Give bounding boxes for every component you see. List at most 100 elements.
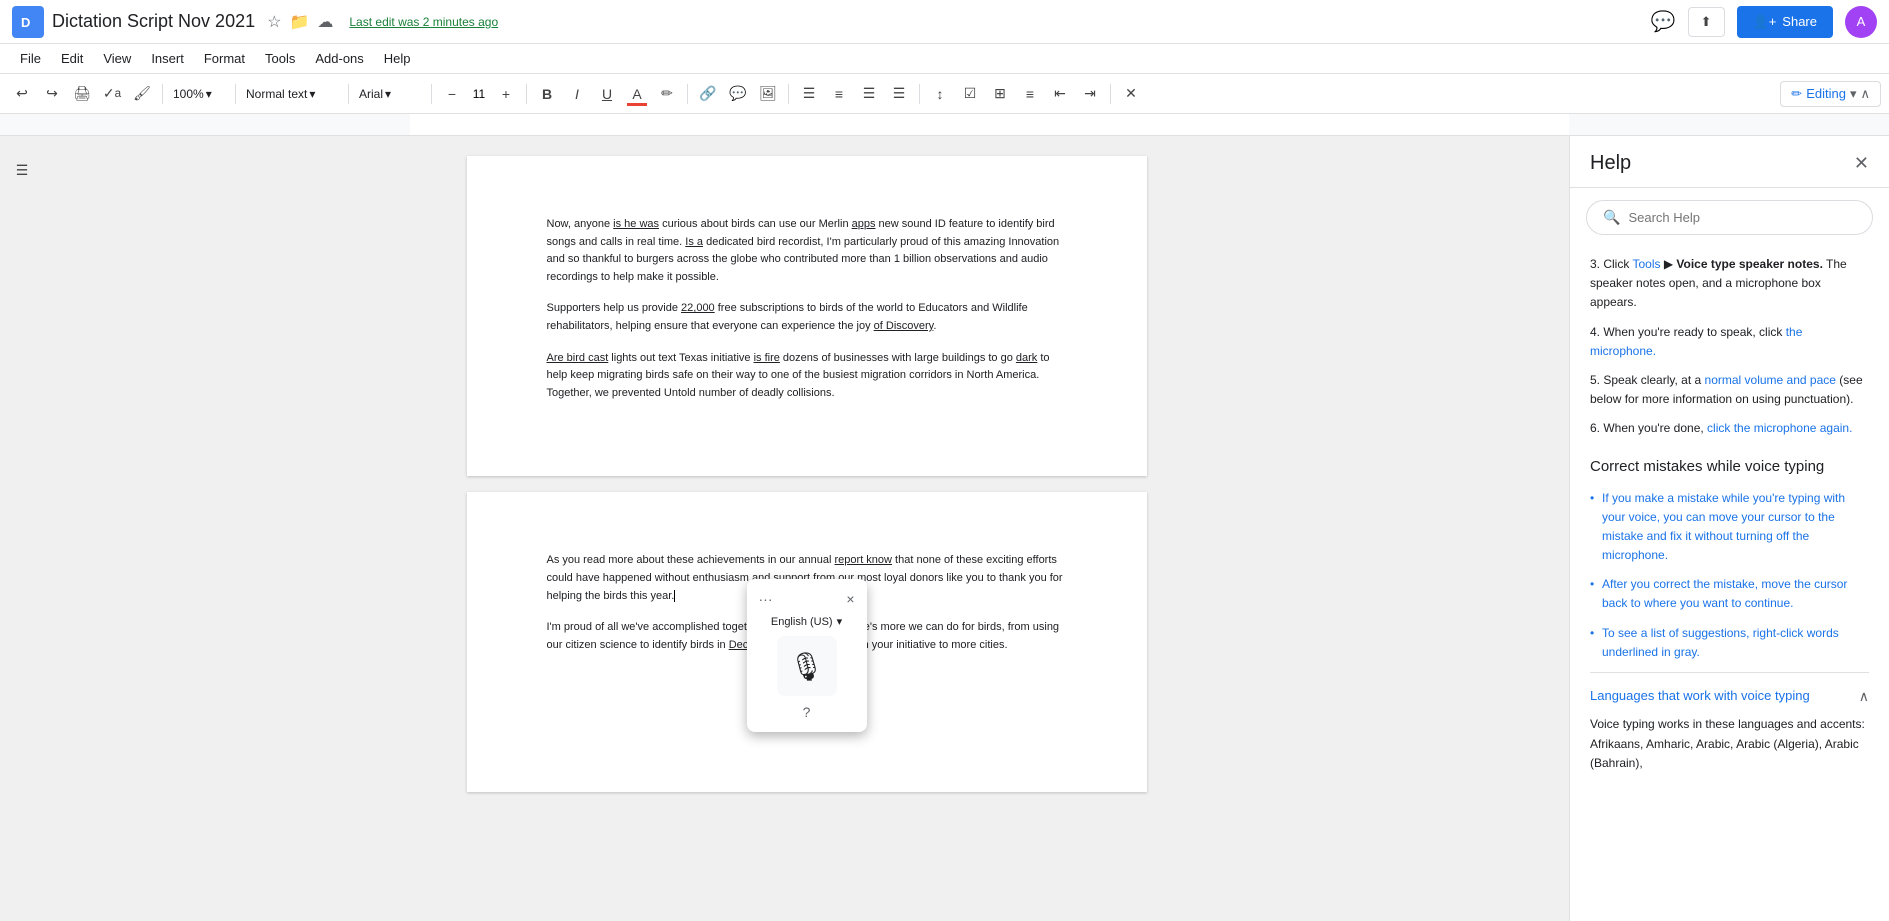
share-button[interactable]: 👤+ Share <box>1737 6 1833 38</box>
doc-title: Dictation Script Nov 2021 <box>52 11 255 32</box>
link-button[interactable]: 🔗 <box>694 80 722 108</box>
document-area[interactable]: Now, anyone is he was curious about bird… <box>44 136 1569 921</box>
editing-mode-button[interactable]: ✏ Editing ▾ ∧ <box>1780 81 1881 107</box>
font-size-decrease[interactable]: − <box>438 80 466 108</box>
language-dropdown-icon: ▾ <box>837 615 843 628</box>
highlight-button[interactable]: ✏ <box>653 80 681 108</box>
voice-popup-menu[interactable]: ··· <box>759 591 773 607</box>
language-selector[interactable]: English (US) ▾ <box>771 615 842 628</box>
checklist-button[interactable]: ☑ <box>956 80 984 108</box>
font-selector[interactable]: Arial ▾ <box>355 80 425 108</box>
help-step-5: 5. Speak clearly, at a normal volume and… <box>1590 371 1869 409</box>
numbered-list-button[interactable]: ≡ <box>1016 80 1044 108</box>
cloud-icon[interactable]: ☁ <box>317 12 333 32</box>
correct-mistakes-title: Correct mistakes while voice typing <box>1590 455 1869 479</box>
help-panel-header: Help ✕ <box>1570 136 1889 188</box>
menu-insert[interactable]: Insert <box>143 47 192 70</box>
align-center-button[interactable]: ≡ <box>825 80 853 108</box>
divider-4 <box>431 84 432 104</box>
chevron-up-icon: ∧ <box>1859 685 1869 707</box>
font-size-value: 11 <box>468 87 490 101</box>
menu-bar: File Edit View Insert Format Tools Add-o… <box>0 44 1889 74</box>
app-icon: D <box>12 6 44 38</box>
share-icon: 👤+ <box>1753 14 1777 30</box>
correct-bullet-2: After you correct the mistake, move the … <box>1590 575 1869 613</box>
sidebar-toggle-button[interactable]: ☰ <box>8 156 36 184</box>
title-bar: D Dictation Script Nov 2021 ☆ 📁 ☁ Last e… <box>0 0 1889 44</box>
align-left-button[interactable]: ☰ <box>795 80 823 108</box>
align-right-button[interactable]: ☰ <box>855 80 883 108</box>
star-icon[interactable]: ☆ <box>267 12 281 32</box>
menu-view[interactable]: View <box>95 47 139 70</box>
microphone-link[interactable]: the microphone. <box>1590 325 1802 358</box>
search-icon: 🔍 <box>1603 209 1620 226</box>
bold-button[interactable]: B <box>533 80 561 108</box>
language-label: English (US) <box>771 616 833 628</box>
title-icons: ☆ 📁 ☁ <box>267 12 333 32</box>
menu-format[interactable]: Format <box>196 47 253 70</box>
indent-decrease-button[interactable]: ⇤ <box>1046 80 1074 108</box>
line-spacing-button[interactable]: ↕ <box>926 80 954 108</box>
divider-2 <box>235 84 236 104</box>
spellcheck-button[interactable]: ✓a <box>98 80 126 108</box>
indent-increase-button[interactable]: ⇥ <box>1076 80 1104 108</box>
tools-link[interactable]: Tools <box>1632 257 1660 271</box>
menu-help[interactable]: Help <box>376 47 419 70</box>
zoom-selector[interactable]: 100% ▾ <box>169 80 229 108</box>
correct-bullet-1: If you make a mistake while you're typin… <box>1590 489 1869 566</box>
menu-addons[interactable]: Add-ons <box>307 47 371 70</box>
undo-button[interactable]: ↩ <box>8 80 36 108</box>
menu-tools[interactable]: Tools <box>257 47 303 70</box>
text-color-button[interactable]: A <box>623 80 651 108</box>
folder-icon[interactable]: 📁 <box>289 12 309 32</box>
help-step-3: 3. Click Tools ▶ Voice type speaker note… <box>1590 255 1869 313</box>
page-1-text: Now, anyone is he was curious about bird… <box>547 216 1067 402</box>
normal-volume-link[interactable]: normal volume and pace <box>1705 373 1836 387</box>
svg-text:D: D <box>21 15 30 30</box>
help-search-box[interactable]: 🔍 <box>1586 200 1873 235</box>
underline-button[interactable]: U <box>593 80 621 108</box>
left-sidebar-toggle: ☰ <box>0 136 44 921</box>
page-2: As you read more about these achievement… <box>467 492 1147 792</box>
search-input[interactable] <box>1628 210 1856 225</box>
correct-bullet-3: To see a list of suggestions, right-clic… <box>1590 624 1869 662</box>
save-to-drive-button[interactable]: ⬆ <box>1688 7 1725 37</box>
print-button[interactable]: 🖨 <box>68 80 96 108</box>
font-size-group: − 11 + <box>438 80 520 108</box>
font-size-increase[interactable]: + <box>492 80 520 108</box>
justify-button[interactable]: ☰ <box>885 80 913 108</box>
italic-button[interactable]: I <box>563 80 591 108</box>
bullets-button[interactable]: ⊞ <box>986 80 1014 108</box>
pencil-icon: ✏ <box>1791 86 1802 102</box>
divider-1 <box>162 84 163 104</box>
menu-edit[interactable]: Edit <box>53 47 91 70</box>
clear-format-button[interactable]: ✕ <box>1117 80 1145 108</box>
image-button[interactable]: 🖼 <box>754 80 782 108</box>
languages-title: Languages that work with voice typing <box>1590 686 1810 707</box>
microphone-button[interactable]: 🎙 <box>777 636 837 696</box>
last-edit[interactable]: Last edit was 2 minutes ago <box>349 15 498 29</box>
editing-collapse-icon: ∧ <box>1860 86 1870 102</box>
voice-popup-close-button[interactable]: × <box>846 591 854 607</box>
redo-button[interactable]: ↪ <box>38 80 66 108</box>
divider-6 <box>687 84 688 104</box>
help-panel-title: Help <box>1590 152 1631 175</box>
font-dropdown-icon: ▾ <box>385 87 391 101</box>
help-content: 3. Click Tools ▶ Voice type speaker note… <box>1570 247 1889 921</box>
style-dropdown-icon: ▾ <box>309 87 315 101</box>
voice-popup-header: ··· × <box>759 591 855 607</box>
languages-examples: Afrikaans, Amharic, Arabic, Arabic (Alge… <box>1590 737 1859 770</box>
menu-file[interactable]: File <box>12 47 49 70</box>
comments-button[interactable]: 💬 <box>1651 9 1676 34</box>
paint-format-button[interactable]: 🖌 <box>128 80 156 108</box>
languages-expandable-header[interactable]: Languages that work with voice typing ∧ <box>1590 685 1869 707</box>
voice-help-icon[interactable]: ? <box>803 704 811 720</box>
correct-mistakes-list: If you make a mistake while you're typin… <box>1590 489 1869 663</box>
comment-button[interactable]: 💬 <box>724 80 752 108</box>
style-selector[interactable]: Normal text ▾ <box>242 80 342 108</box>
help-panel-close-button[interactable]: ✕ <box>1854 153 1869 174</box>
help-step-6: 6. When you're done, click the microphon… <box>1590 419 1869 438</box>
done-link[interactable]: click the microphone again. <box>1707 421 1852 435</box>
divider-5 <box>526 84 527 104</box>
divider-3 <box>348 84 349 104</box>
